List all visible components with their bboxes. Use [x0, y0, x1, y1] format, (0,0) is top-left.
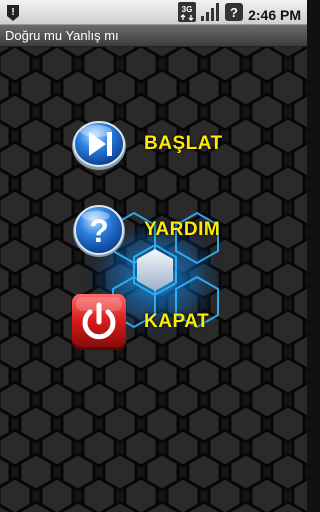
exit-button[interactable]: KAPAT: [70, 293, 209, 351]
signal-icon: [200, 2, 220, 27]
help-icon: ?: [73, 205, 125, 257]
status-bar: ! 3G ? 2:46 PM: [0, 0, 307, 25]
battery-icon: ?: [224, 2, 244, 27]
svg-text:!: !: [11, 7, 14, 18]
notification-icon: !: [5, 2, 21, 27]
start-button[interactable]: BAŞLAT: [70, 115, 223, 173]
main-menu-screen: BAŞLAT ? YARDIM KAPAT: [0, 47, 307, 512]
exit-label: KAPAT: [144, 311, 210, 332]
help-label: YARDIM: [144, 219, 221, 240]
help-button[interactable]: ? YARDIM: [70, 201, 220, 259]
start-label: BAŞLAT: [144, 133, 223, 154]
play-skip-icon: [72, 121, 126, 170]
svg-text:?: ?: [230, 5, 238, 20]
svg-text:3G: 3G: [182, 5, 193, 14]
network-3g-icon: 3G: [178, 2, 197, 27]
app-title: Doğru mu Yanlış mı: [0, 25, 307, 47]
power-icon: [72, 294, 126, 350]
status-clock: 2:46 PM: [248, 6, 301, 23]
